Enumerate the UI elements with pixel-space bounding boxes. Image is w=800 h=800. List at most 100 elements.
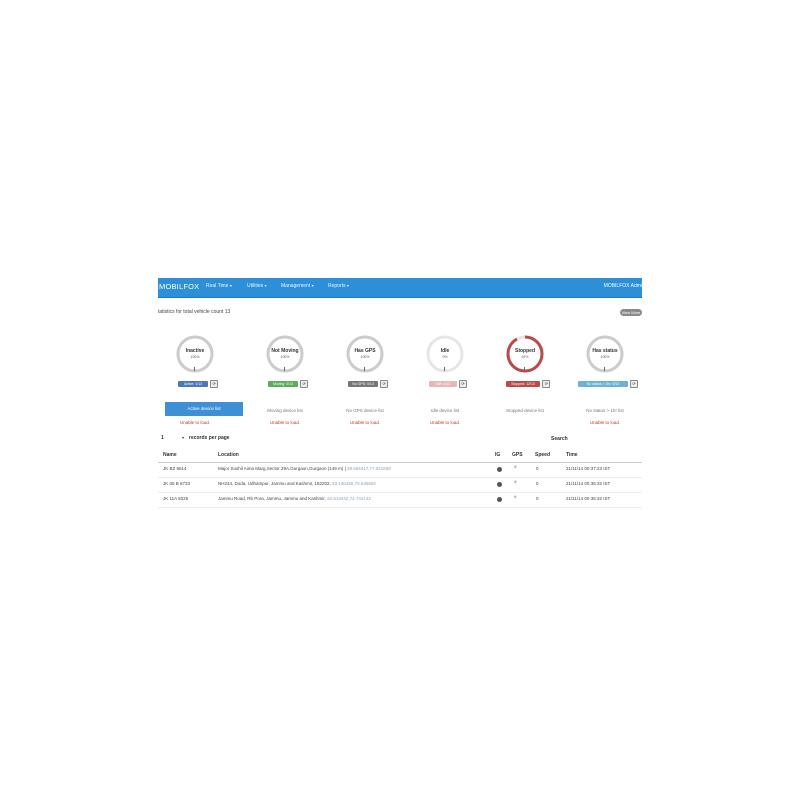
gauge-ring xyxy=(425,334,465,374)
col-name[interactable]: Name xyxy=(163,452,177,458)
load-error-text: Unable to load. xyxy=(349,420,381,425)
ignition-icon xyxy=(497,482,502,487)
vehicle-name: JK 05 B 6733 xyxy=(163,481,191,486)
location-text: Major Sushil Aima Marg,Sector 29A,Gurgao… xyxy=(218,466,344,471)
vehicle-location: NH244, Doda, Udhampur, Jammu and Kashmir… xyxy=(218,481,376,486)
location-text: Jammu Road, Rb Pora, Jammu, Jammu and Ka… xyxy=(218,496,326,501)
user-menu[interactable]: MOBILFOX Admi xyxy=(604,283,642,289)
gauge-needle xyxy=(524,367,525,371)
device-list-button[interactable]: Active device list xyxy=(165,402,243,416)
device-list-button[interactable]: No status > 1hr list xyxy=(573,408,637,413)
gauge-ring xyxy=(345,334,385,374)
gauge-percent: 100% xyxy=(280,355,290,359)
vehicle-speed: 0 xyxy=(536,481,539,486)
gauge-percent: 100% xyxy=(360,355,370,359)
status-badge: Active: 1/13 xyxy=(177,381,209,387)
load-error-text: Unable to load. xyxy=(179,420,211,425)
table-row[interactable]: JK 11A 5025 Jammu Road, Rb Pora, Jammu, … xyxy=(158,492,642,508)
col-time[interactable]: Time xyxy=(566,452,578,458)
vehicle-count-caption: tatistics for total vehicle count 13 xyxy=(158,309,231,315)
gauge-percent: 100% xyxy=(190,355,200,359)
status-card: Idle 0% Idle: 0/13 ⟳ Idle device list Unable … xyxy=(413,334,477,425)
menu-utilities-label: Utilities xyxy=(247,283,264,289)
status-badge: Stopped: 12/13 xyxy=(505,381,541,387)
table-row[interactable]: JK BZ 9614 Major Sushil Aima Marg,Sector… xyxy=(158,462,642,478)
col-gps[interactable]: GPS xyxy=(512,452,523,458)
ignition-icon xyxy=(497,497,502,502)
status-card: Stopped 92% Stopped: 12/13 ⟳ Stopped device … xyxy=(493,334,557,419)
gauge-ring xyxy=(175,334,215,374)
refresh-icon[interactable]: ⟳ xyxy=(300,380,309,388)
device-list-button[interactable]: No GPS device list xyxy=(333,408,397,413)
load-error-text: Unable to load. xyxy=(589,420,621,425)
gauge-percent: 100% xyxy=(600,355,610,359)
vehicle-location: Major Sushil Aima Marg,Sector 29A,Gurgao… xyxy=(218,466,391,471)
menu-management[interactable]: Management ▾ xyxy=(281,283,314,289)
coords-link[interactable]: 32.613442,74.744142 xyxy=(327,496,371,501)
coords-link[interactable]: 28.504417,77.041839 xyxy=(347,466,391,471)
coords-link[interactable]: 33.140455,75.545602 xyxy=(332,481,376,486)
gps-icon: ♆ xyxy=(513,465,518,471)
gauge-needle xyxy=(194,367,195,371)
vehicle-speed: 0 xyxy=(536,496,539,501)
vehicle-name: JK 11A 5025 xyxy=(163,496,189,501)
menu-reports-label: Reports xyxy=(328,283,346,289)
chevron-down-icon: ▾ xyxy=(346,283,349,288)
status-badge: No status > 1hr: 0/13 xyxy=(577,381,629,387)
vehicle-time: 21/11/14 00:37:23 IST xyxy=(566,466,611,471)
refresh-icon[interactable]: ⟳ xyxy=(380,380,389,388)
brand-logo[interactable]: MOBILFOX xyxy=(159,282,199,291)
vehicle-time: 21/11/14 00:36:32 IST xyxy=(566,496,611,501)
gauge-percent: 92% xyxy=(521,355,529,359)
col-speed[interactable]: Speed xyxy=(535,452,550,458)
gauge-title: Stopped xyxy=(515,348,535,354)
menu-real-time[interactable]: Real Time ▾ xyxy=(206,283,232,289)
device-list-button[interactable]: Idle device list xyxy=(413,408,477,413)
gauge-ring xyxy=(505,334,545,374)
vehicle-name: JK BZ 9614 xyxy=(163,466,187,471)
gauge-title: Inactive xyxy=(185,348,205,354)
status-badge: Idle: 0/13 xyxy=(429,381,457,387)
chevron-down-icon: ▾ xyxy=(229,283,232,288)
chevron-down-icon: ▾ xyxy=(311,283,314,288)
device-list-button[interactable]: Stopped device list xyxy=(493,408,557,413)
status-card: Has status 100% No status > 1hr: 0/13 ⟳ No s… xyxy=(573,334,639,425)
gauge-title: Has status xyxy=(592,348,618,354)
search-label: Search xyxy=(551,436,568,442)
menu-reports[interactable]: Reports ▾ xyxy=(328,283,349,289)
refresh-icon[interactable]: ⟳ xyxy=(542,380,551,388)
gauge-title: Not Moving xyxy=(271,348,299,354)
vehicle-location: Jammu Road, Rb Pora, Jammu, Jammu and Ka… xyxy=(218,496,371,501)
refresh-icon[interactable]: ⟳ xyxy=(459,380,467,388)
chevron-down-icon[interactable]: ▾ xyxy=(182,435,184,440)
menu-real-time-label: Real Time xyxy=(206,283,229,289)
status-card: Has GPS 100% No GPS: 0/13 ⟳ No GPS device li… xyxy=(333,334,397,425)
load-error-text: Unable to load. xyxy=(429,420,461,425)
col-ig[interactable]: IG xyxy=(495,452,500,458)
ignition-icon xyxy=(497,467,502,472)
gauge-percent: 0% xyxy=(442,355,448,359)
status-card: Inactive 100% Active: 1/13 ⟳ Active device l… xyxy=(163,334,243,425)
view-more-button[interactable]: View More xyxy=(620,309,642,316)
table-row[interactable]: JK 05 B 6733 NH244, Doda, Udhampur, Jamm… xyxy=(158,477,642,493)
status-badge: Moving: 0/13 xyxy=(267,381,299,387)
top-navbar: MOBILFOX Real Time ▾ Utilities ▾ Managem… xyxy=(158,278,642,298)
device-list-button[interactable]: Moving device list xyxy=(253,408,317,413)
gauge-needle xyxy=(444,367,445,371)
gauge-title: Has GPS xyxy=(354,348,376,354)
gps-icon: ♆ xyxy=(513,495,518,501)
dashboard-window: MOBILFOX Real Time ▾ Utilities ▾ Managem… xyxy=(158,278,642,518)
records-per-page-select[interactable]: 1 xyxy=(161,435,164,441)
vehicle-time: 21/11/14 00:36:32 IST xyxy=(566,481,611,486)
refresh-icon[interactable]: ⟳ xyxy=(210,380,219,388)
chevron-down-icon: ▾ xyxy=(264,283,267,288)
refresh-icon[interactable]: ⟳ xyxy=(630,380,639,388)
records-per-page-label: records per page xyxy=(189,435,230,441)
menu-utilities[interactable]: Utilities ▾ xyxy=(247,283,267,289)
status-badge: No GPS: 0/13 xyxy=(347,381,379,387)
status-card: Not Moving 100% Moving: 0/13 ⟳ Moving device… xyxy=(253,334,317,425)
gauge-title: Idle xyxy=(440,348,450,354)
gps-icon: ♆ xyxy=(513,480,518,486)
gauge-needle xyxy=(284,367,285,371)
col-location[interactable]: Location xyxy=(218,452,239,458)
